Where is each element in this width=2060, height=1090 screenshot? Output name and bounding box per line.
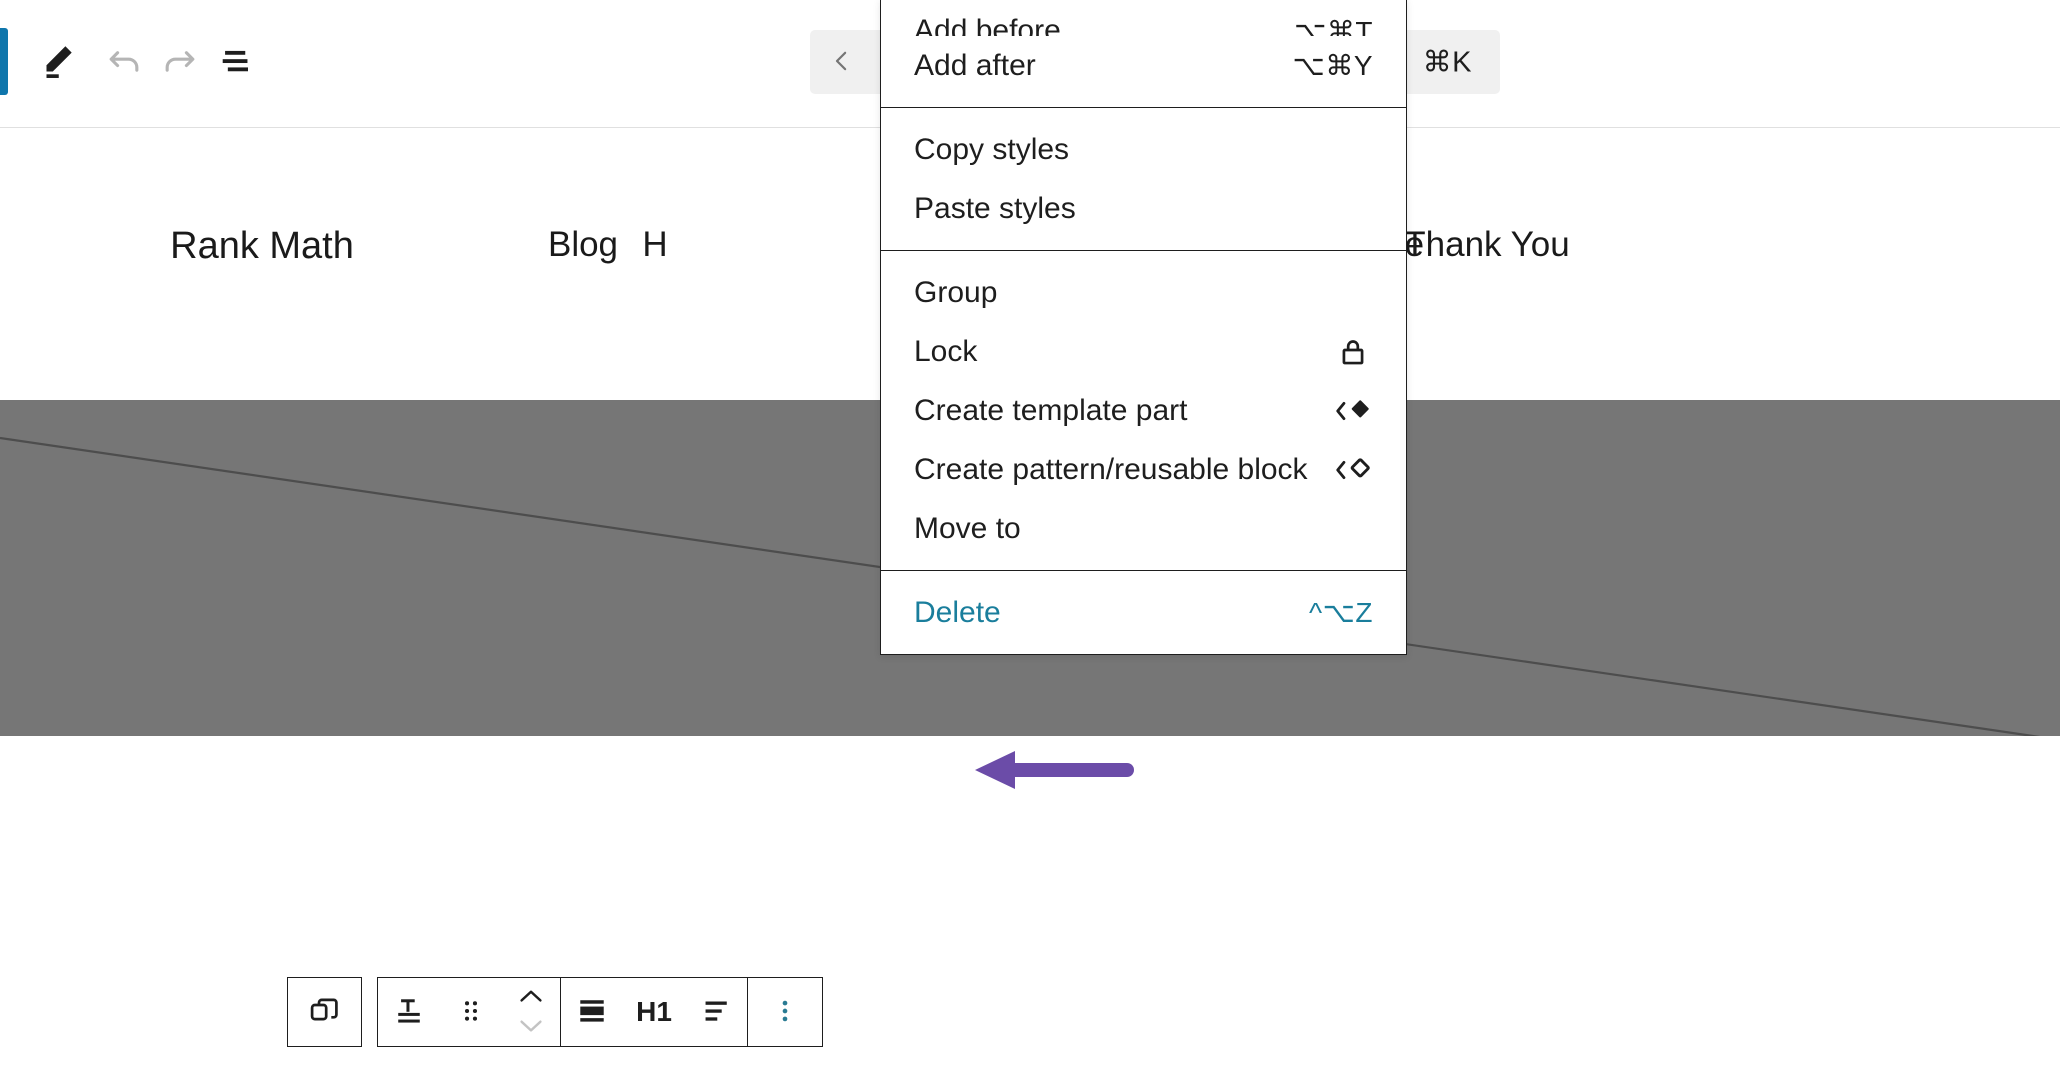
redo-arrow-icon [158, 39, 202, 86]
menu-item-group[interactable]: Group [881, 263, 1406, 322]
block-toolbar: H1 [287, 977, 823, 1047]
menu-item-shortcut: ^⌥Z [1308, 597, 1373, 628]
block-type-title-button[interactable] [378, 978, 440, 1046]
menu-item-lock[interactable]: Lock [881, 322, 1406, 381]
stacked-squares-icon [307, 993, 343, 1032]
menu-item-add-after[interactable]: Add after ⌥⌘Y [881, 36, 1406, 95]
menu-item-add-before[interactable]: Add before ⌥⌘T [881, 0, 1406, 36]
nav-link-blog[interactable]: Blog [548, 225, 618, 265]
more-options-button[interactable] [754, 978, 816, 1046]
menu-item-shortcut: ⌥⌘Y [1292, 50, 1373, 81]
menu-item-create-template-part[interactable]: Create template part [881, 381, 1406, 440]
chevron-left-icon [827, 46, 857, 79]
menu-item-label: Create pattern/reusable block [914, 452, 1308, 486]
drag-dots-icon [454, 994, 488, 1031]
list-view-button[interactable] [205, 30, 269, 94]
block-toolbar-format-group: H1 [561, 977, 748, 1047]
reusable-block-icon [1333, 453, 1373, 487]
redo-button[interactable] [148, 30, 212, 94]
document-back-button[interactable] [810, 30, 874, 94]
heading-level-button[interactable]: H1 [623, 978, 685, 1046]
title-t-icon [390, 992, 428, 1033]
menu-item-move-to[interactable]: Move to [881, 499, 1406, 558]
nav-link-thank-you[interactable]: Thank You [1404, 225, 1569, 265]
menu-item-label: Copy styles [914, 132, 1070, 166]
undo-button[interactable] [92, 30, 156, 94]
menu-item-label: Group [914, 275, 998, 309]
padlock-icon [1333, 335, 1373, 369]
nav-link-home-partial[interactable]: H [642, 225, 667, 265]
vertical-dots-icon [770, 994, 800, 1031]
select-parent-block-button[interactable] [294, 978, 356, 1046]
menu-item-label: Delete [914, 595, 1001, 629]
chevron-down-icon [516, 1016, 546, 1039]
menu-item-label: Move to [914, 511, 1021, 545]
menu-item-label: Paste styles [914, 191, 1076, 225]
drag-handle-button[interactable] [440, 978, 502, 1046]
menu-item-copy-styles[interactable]: Copy styles [881, 120, 1406, 179]
edit-pencil-button[interactable] [25, 30, 89, 94]
focus-indicator-rail [0, 28, 8, 95]
menu-item-paste-styles[interactable]: Paste styles [881, 179, 1406, 238]
pencil-icon [36, 40, 78, 85]
block-toolbar-handle-group [377, 977, 561, 1047]
template-part-icon [1333, 394, 1373, 428]
move-block-down-button[interactable] [509, 1012, 553, 1042]
list-view-icon [215, 39, 259, 86]
command-k-shortcut: ⌘K [1422, 46, 1472, 79]
menu-item-label: Add after [914, 48, 1036, 82]
block-alignment-button[interactable] [561, 978, 623, 1046]
text-alignment-button[interactable] [685, 978, 747, 1046]
menu-item-label: Lock [914, 334, 978, 368]
block-toolbar-options-group [748, 977, 823, 1047]
block-movers [502, 978, 560, 1046]
menu-section-structure: Group Lock Create template part Create p… [881, 250, 1406, 570]
align-block-icon [573, 992, 611, 1033]
menu-section-add: Add before ⌥⌘T Add after ⌥⌘Y [881, 0, 1406, 107]
menu-item-label: Create template part [914, 393, 1188, 427]
menu-item-delete[interactable]: Delete ^⌥Z [881, 583, 1406, 642]
block-context-menu: Add before ⌥⌘T Add after ⌥⌘Y Copy styles… [880, 0, 1407, 655]
menu-section-destructive: Delete ^⌥Z [881, 570, 1406, 654]
block-toolbar-parent-group [287, 977, 362, 1047]
menu-item-shortcut: ⌥⌘T [1294, 16, 1373, 36]
undo-arrow-icon [102, 39, 146, 86]
menu-item-create-pattern[interactable]: Create pattern/reusable block [881, 440, 1406, 499]
chevron-up-icon [516, 986, 546, 1009]
move-block-up-button[interactable] [509, 982, 553, 1012]
menu-item-label: Add before [914, 14, 1061, 36]
site-title: Rank Math [170, 225, 354, 267]
align-text-icon [697, 992, 735, 1033]
menu-section-styles: Copy styles Paste styles [881, 107, 1406, 250]
